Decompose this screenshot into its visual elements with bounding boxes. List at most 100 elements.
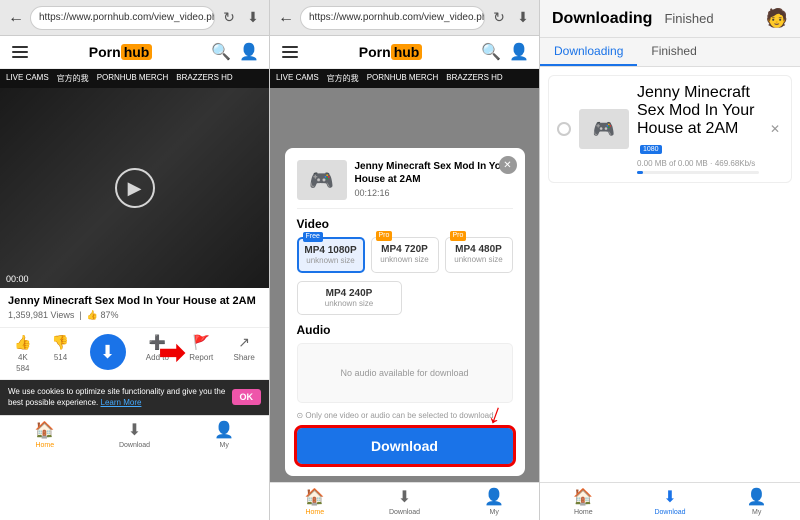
video-title-1: Jenny Minecraft Sex Mod In Your House at… (8, 294, 261, 308)
dl-tab-downloading[interactable]: Downloading (540, 38, 637, 66)
search-icon-1[interactable]: 🔍 (211, 42, 231, 62)
download-btn-area: ↓ Download (297, 428, 513, 464)
nav-merch-1[interactable]: PORNHUB MERCH (97, 73, 169, 84)
panel3-download-manager: Downloading Finished 🧑 Downloading Finis… (540, 0, 800, 520)
browser-bar-1: ← https://www.pornhub.com/view_video.php… (0, 0, 269, 36)
reload-icon-1[interactable]: ↻ (219, 8, 239, 28)
quality-720p-button[interactable]: Pro MP4 720P unknown size (371, 237, 439, 273)
url-text-2: https://www.pornhub.com/view_video.php?v… (309, 12, 485, 23)
back-button-2[interactable]: ← (276, 8, 296, 28)
modal-close-button[interactable]: ✕ (499, 156, 517, 174)
quality-480p-button[interactable]: Pro MP4 480P unknown size (445, 237, 513, 273)
bottom-nav-1: 🏠 Home ⬇ Download 👤 My (0, 415, 269, 453)
action-dislike-1[interactable]: 👎 514 (52, 334, 69, 362)
action-share-1[interactable]: ↗ Share (233, 334, 254, 362)
quality-1080p-size: unknown size (303, 256, 359, 265)
reload-icon-2[interactable]: ↻ (489, 8, 509, 28)
my-icon-2: 👤 (484, 487, 504, 507)
nav-brazzers-1[interactable]: BRAZZERS HD (176, 73, 232, 84)
home-label-3: Home (574, 509, 593, 516)
ph-nav-1: LIVE CAMS 官方的我 PORNHUB MERCH BRAZZERS HD (0, 69, 269, 88)
ph-header-1: Pornhub 🔍 👤 (0, 36, 269, 69)
dl-title: Downloading (552, 10, 652, 28)
modal-thumb: 🎮 (297, 160, 347, 200)
nav-brazzers-2[interactable]: BRAZZERS HD (446, 73, 502, 84)
quality-row-240: MP4 240P unknown size (297, 281, 513, 315)
like-count-1: 584 (16, 364, 29, 373)
nav-live-cams-2[interactable]: LIVE CAMS (276, 73, 319, 84)
download-label-1: Download (119, 442, 150, 449)
dl-item-0: 🎮 Jenny Minecraft Sex Mod In Your House … (548, 75, 792, 183)
url-bar-1[interactable]: https://www.pornhub.com/view_video.php?v… (30, 6, 215, 30)
cookie-text-1: We use cookies to optimize site function… (8, 386, 228, 408)
panel3-bottom-nav: 🏠 Home ⬇ Download 👤 My (540, 482, 800, 520)
play-button-1[interactable]: ▶ (115, 168, 155, 208)
dl-tabs: Downloading Finished (540, 38, 800, 67)
back-button-1[interactable]: ← (6, 8, 26, 28)
page-background-2: ✕ 🎮 Jenny Minecraft Sex Mod In Your Hous… (270, 88, 539, 482)
download-label-2: Download (389, 509, 420, 516)
download-icon-1: ⬇ (128, 420, 141, 440)
modal-download-button[interactable]: Download (297, 428, 513, 464)
bottom-nav-download-2[interactable]: ⬇ Download (360, 487, 450, 516)
person-icon-3[interactable]: 🧑 (766, 8, 788, 28)
no-audio-area: No audio available for download (297, 343, 513, 403)
bottom-nav-download-1[interactable]: ⬇ Download (90, 420, 180, 449)
account-icon-1[interactable]: 👤 (239, 42, 259, 62)
dl-item-thumb-0: 🎮 (579, 109, 629, 149)
account-icon-2[interactable]: 👤 (509, 42, 529, 62)
bottom-nav-my-1[interactable]: 👤 My (179, 420, 269, 449)
panel3-nav-download[interactable]: ⬇ Download (627, 487, 714, 516)
browser-download-icon-1[interactable]: ⬇ (243, 8, 263, 28)
dl-list: 🎮 Jenny Minecraft Sex Mod In Your House … (540, 67, 800, 482)
ph-logo-2: Pornhub (359, 44, 423, 60)
dislike-count-1: 514 (54, 353, 67, 362)
addto-label-1: Add to (146, 353, 169, 362)
hamburger-icon-2[interactable] (280, 44, 300, 60)
panel3-nav-my[interactable]: 👤 My (713, 487, 800, 516)
bottom-nav-my-2[interactable]: 👤 My (449, 487, 539, 516)
bottom-nav-home-2[interactable]: 🏠 Home (270, 487, 360, 516)
dl-progress-bar-wrap-0 (637, 171, 759, 174)
home-label-2: Home (305, 509, 324, 516)
ph-header-2: Pornhub 🔍 👤 (270, 36, 539, 69)
report-label-1: Report (189, 353, 213, 362)
share-label-1: Share (233, 353, 254, 362)
cookie-bar-1: We use cookies to optimize site function… (0, 380, 269, 414)
search-icon-2[interactable]: 🔍 (481, 42, 501, 62)
dl-progress-bar-0 (637, 171, 643, 174)
quality-240p-button[interactable]: MP4 240P unknown size (297, 281, 402, 315)
logo-black-2: Porn (359, 44, 391, 60)
action-report-1[interactable]: 🚩 Report (189, 334, 213, 362)
browser-bar-2: ← https://www.pornhub.com/view_video.php… (270, 0, 539, 36)
action-like-1[interactable]: 👍 4K 584 (14, 334, 31, 373)
quality-1080p-button[interactable]: Free MP4 1080P unknown size (297, 237, 365, 273)
dislike-icon-1: 👎 (52, 334, 69, 351)
dl-item-info-0: Jenny Minecraft Sex Mod In Your House at… (637, 84, 759, 174)
cookie-ok-button-1[interactable]: OK (232, 389, 262, 405)
dl-close-button-0[interactable]: ✕ (767, 121, 783, 137)
url-bar-2[interactable]: https://www.pornhub.com/view_video.php?v… (300, 6, 485, 30)
home-icon-2: 🏠 (305, 487, 325, 507)
like-label-1: 4K (18, 353, 28, 362)
action-addto-1[interactable]: ➕ Add to (146, 334, 169, 362)
nav-live-cams-1[interactable]: LIVE CAMS (6, 73, 49, 84)
hamburger-icon-1[interactable] (10, 44, 30, 60)
dl-tab-finished[interactable]: Finished (637, 38, 710, 66)
quality-480p-size: unknown size (450, 255, 508, 264)
dl-item-radio-0[interactable] (557, 122, 571, 136)
nav-official-2[interactable]: 官方的我 (327, 73, 359, 84)
share-icon-1: ↗ (238, 334, 250, 351)
url-text-1: https://www.pornhub.com/view_video.php?v… (39, 12, 215, 23)
panel3-nav-home[interactable]: 🏠 Home (540, 487, 627, 516)
nav-official-1[interactable]: 官方的我 (57, 73, 89, 84)
cookie-link-1[interactable]: Learn More (101, 398, 142, 407)
bottom-nav-home-1[interactable]: 🏠 Home (0, 420, 90, 449)
pro-badge-720: Pro (376, 231, 393, 240)
nav-merch-2[interactable]: PORNHUB MERCH (367, 73, 439, 84)
video-area-1[interactable]: ▶ 00:00 (0, 88, 269, 288)
download-circle-button-1[interactable]: ⬇ (90, 334, 126, 370)
browser-download-icon-2[interactable]: ⬇ (513, 8, 533, 28)
addto-icon-1: ➕ (149, 334, 166, 351)
download-icon-2: ⬇ (398, 487, 411, 507)
